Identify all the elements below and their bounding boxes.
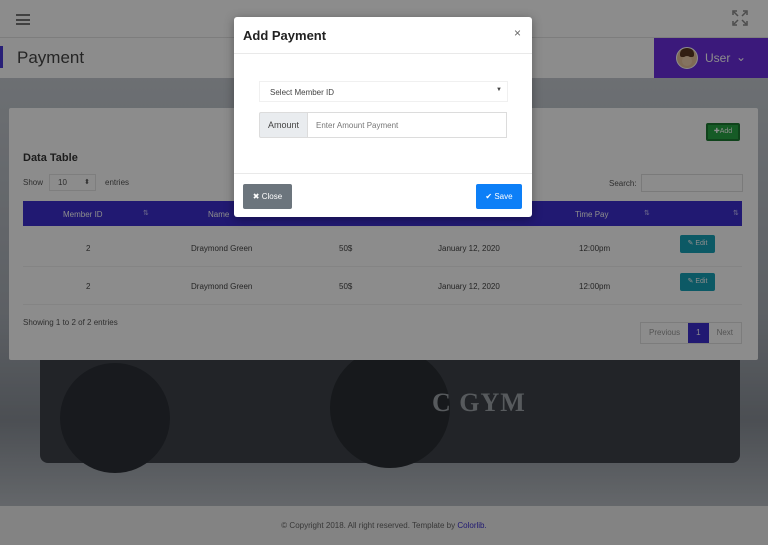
modal-title: Add Payment: [243, 28, 327, 43]
member-id-select[interactable]: Select Member ID ▼: [259, 81, 508, 102]
amount-label: Amount: [259, 112, 308, 138]
member-id-select-value: Select Member ID: [270, 88, 335, 97]
save-button[interactable]: ✔ Save: [476, 184, 522, 209]
modal-divider: [234, 53, 532, 54]
add-payment-modal: Add Payment × Select Member ID ▼ Amount …: [234, 17, 532, 217]
close-icon[interactable]: ×: [514, 26, 521, 40]
amount-input[interactable]: Enter Amount Payment: [308, 112, 507, 138]
close-button[interactable]: ✖ Close: [243, 184, 292, 209]
select-arrow-icon: ▼: [496, 87, 502, 93]
modal-divider: [234, 173, 532, 174]
